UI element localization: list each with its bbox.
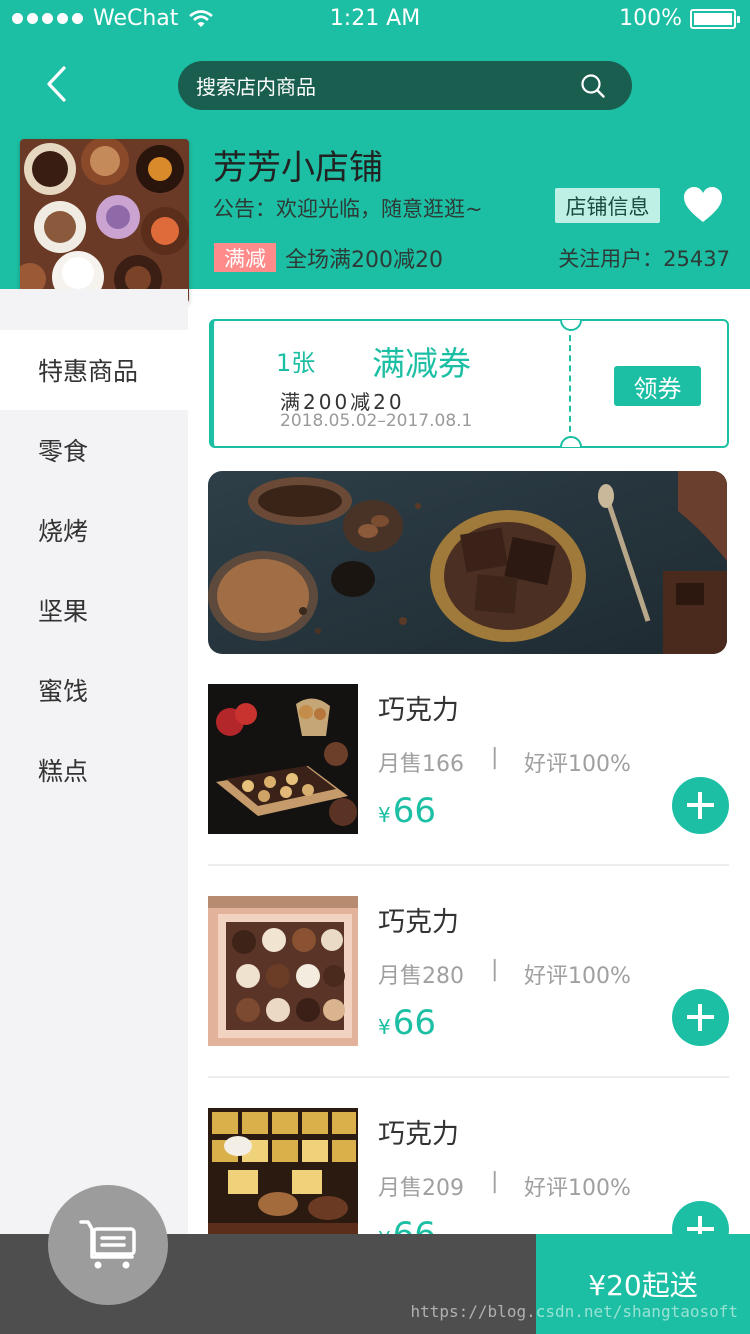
promo-banner-image[interactable] xyxy=(208,471,727,654)
coupon-count: 1张 xyxy=(276,349,316,377)
battery-percent: 100% xyxy=(619,6,682,31)
coupon-notch-bottom xyxy=(560,436,582,447)
price-currency: ¥ xyxy=(378,803,391,827)
shop-name: 芳芳小店铺 xyxy=(213,148,383,188)
store-header: WeChat 1:21 AM 100% 搜索店内商品 芳芳小店铺 公告：欢迎光临… xyxy=(0,0,750,303)
battery-fill xyxy=(694,12,732,25)
add-to-cart-plus-icon[interactable] xyxy=(672,989,729,1046)
chocolates-image xyxy=(20,139,189,303)
product-separator: | xyxy=(491,745,499,770)
search-icon[interactable] xyxy=(580,73,606,99)
category-sidebar: 特惠商品 零食 烧烤 坚果 蜜饯 糕点 xyxy=(0,289,188,1334)
product-separator: | xyxy=(491,957,499,982)
shop-avatar-image xyxy=(20,139,189,303)
promo-tag: 满减 xyxy=(214,243,276,272)
product-rating: 好评100% xyxy=(524,1176,631,1201)
promo-text: 全场满200减20 xyxy=(285,248,443,273)
product-price: ¥66 xyxy=(378,1003,436,1043)
product-rating: 好评100% xyxy=(524,752,631,777)
sidebar-item-bbq[interactable]: 烧烤 xyxy=(0,490,188,570)
price-value: 66 xyxy=(392,1003,436,1043)
price-value: 66 xyxy=(392,791,436,831)
coupon-divider xyxy=(569,325,571,442)
shop-notice: 公告：欢迎光临，随意逛逛~ xyxy=(213,197,483,221)
product-sales: 月售209 xyxy=(378,1176,464,1201)
back-chevron-icon[interactable] xyxy=(36,62,80,106)
sidebar-item-snacks[interactable]: 零食 xyxy=(0,410,188,490)
sidebar-item-nuts[interactable]: 坚果 xyxy=(0,570,188,650)
follower-count: 关注用户：25437 xyxy=(558,247,730,271)
watermark-text: https://blog.csdn.net/shangtaosoft xyxy=(410,1302,738,1321)
product-name: 巧克力 xyxy=(378,907,459,938)
sidebar-item-deals[interactable]: 特惠商品 xyxy=(0,330,188,410)
product-name: 巧克力 xyxy=(378,695,459,726)
product-image xyxy=(208,684,358,834)
product-name: 巧克力 xyxy=(378,1119,459,1150)
status-bar: WeChat 1:21 AM 100% xyxy=(0,0,750,40)
product-divider xyxy=(208,864,729,866)
product-price: ¥66 xyxy=(378,791,436,831)
search-placeholder: 搜索店内商品 xyxy=(196,75,316,99)
claim-coupon-button[interactable]: 领券 xyxy=(614,366,701,406)
shop-info-button[interactable]: 店铺信息 xyxy=(555,188,660,223)
product-sales: 月售280 xyxy=(378,964,464,989)
battery-icon xyxy=(690,8,740,29)
battery-status: 100% xyxy=(619,6,740,31)
chocolate-box-image xyxy=(208,684,358,834)
heart-icon[interactable] xyxy=(682,186,724,224)
sidebar-item-candied-fruit[interactable]: 蜜饯 xyxy=(0,650,188,730)
search-input[interactable]: 搜索店内商品 xyxy=(178,61,632,110)
product-image xyxy=(208,896,358,1046)
product-divider xyxy=(208,1076,729,1078)
sidebar-item-pastries[interactable]: 糕点 xyxy=(0,730,188,810)
coupon-date: 2018.05.02–2017.08.1 xyxy=(280,411,473,431)
coupon-notch-top xyxy=(560,320,582,331)
add-to-cart-plus-icon[interactable] xyxy=(672,777,729,834)
cart-icon xyxy=(79,1220,136,1269)
product-card[interactable]: 巧克力 月售166 | 好评100% ¥66 xyxy=(208,684,729,896)
cart-button[interactable] xyxy=(48,1185,168,1305)
chocolate-box-image xyxy=(208,896,358,1046)
coupon-card: 1张 满减券 满200减20 2018.05.02–2017.08.1 领券 xyxy=(209,319,729,448)
product-card[interactable]: 巧克力 月售280 | 好评100% ¥66 xyxy=(208,896,729,1108)
product-separator: | xyxy=(491,1169,499,1194)
price-currency: ¥ xyxy=(378,1015,391,1039)
product-rating: 好评100% xyxy=(524,964,631,989)
product-sales: 月售166 xyxy=(378,752,464,777)
chocolate-banner-image xyxy=(208,471,727,654)
coupon-title: 满减券 xyxy=(372,344,471,383)
